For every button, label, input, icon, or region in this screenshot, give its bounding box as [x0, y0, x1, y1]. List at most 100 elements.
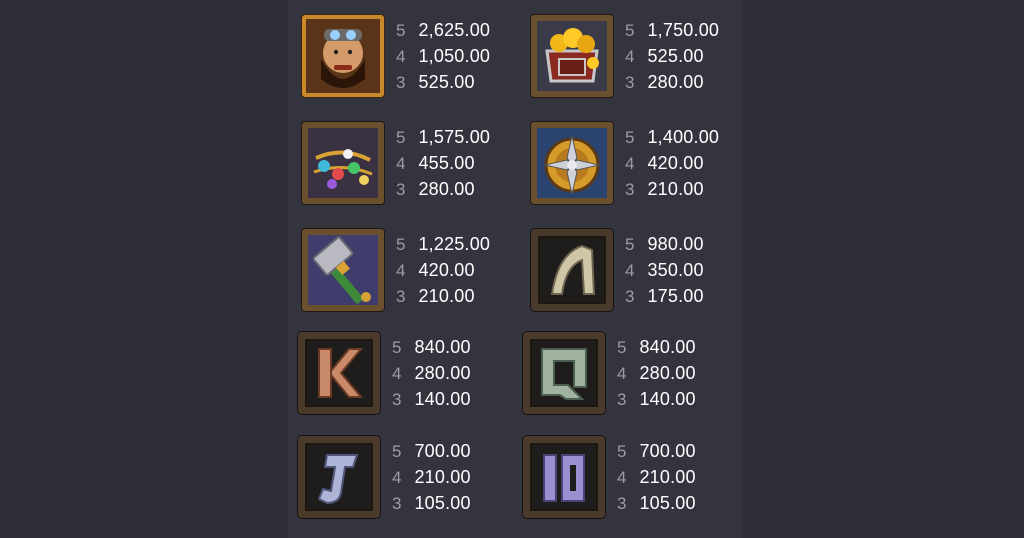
pay-value: 420.00 — [418, 260, 475, 280]
pay-value: 980.00 — [647, 234, 704, 254]
pay-value: 140.00 — [639, 389, 696, 409]
match-count: 3 — [625, 180, 635, 199]
match-count: 3 — [617, 494, 627, 513]
pay-row: 4 210.00 — [617, 464, 696, 490]
rune-a-icon — [531, 229, 613, 311]
pay-row: 5 1,575.00 — [396, 124, 490, 150]
pay-value: 1,400.00 — [647, 127, 720, 147]
match-count: 4 — [625, 47, 635, 66]
pay-row: 3 140.00 — [392, 386, 471, 412]
pay-value: 700.00 — [414, 441, 471, 461]
pay-row: 5 2,625.00 — [396, 17, 490, 43]
rune-q-icon — [523, 332, 605, 414]
match-count: 5 — [617, 338, 627, 357]
rune-k-icon — [298, 332, 380, 414]
pay-values: 5 840.00 4 280.00 3 140.00 — [392, 334, 471, 412]
shield-icon — [531, 122, 613, 204]
pay-row: 5 840.00 — [617, 334, 696, 360]
pay-value: 840.00 — [639, 337, 696, 357]
pay-row: 4 455.00 — [396, 150, 490, 176]
pay-row: 3 280.00 — [625, 69, 719, 95]
gems-icon — [302, 122, 384, 204]
pay-row: 4 525.00 — [625, 43, 719, 69]
pay-row: 5 1,400.00 — [625, 124, 719, 150]
match-count: 4 — [392, 468, 402, 487]
pay-row: 4 350.00 — [625, 257, 704, 283]
pay-row: 5 700.00 — [617, 438, 696, 464]
pay-value: 280.00 — [639, 363, 696, 383]
hammer-icon — [302, 229, 384, 311]
pay-row: 4 280.00 — [392, 360, 471, 386]
pay-value: 525.00 — [647, 46, 704, 66]
match-count: 5 — [396, 128, 406, 147]
match-count: 3 — [625, 287, 635, 306]
pay-value: 175.00 — [647, 286, 704, 306]
match-count: 4 — [396, 261, 406, 280]
pay-value: 455.00 — [418, 153, 475, 173]
match-count: 5 — [392, 338, 402, 357]
match-count: 3 — [396, 287, 406, 306]
pay-row: 3 210.00 — [625, 176, 719, 202]
match-count: 4 — [625, 261, 635, 280]
match-count: 4 — [625, 154, 635, 173]
pay-value: 1,050.00 — [418, 46, 491, 66]
pay-value: 280.00 — [418, 179, 475, 199]
pay-row: 3 280.00 — [396, 176, 490, 202]
pay-value: 210.00 — [418, 286, 475, 306]
match-count: 5 — [392, 442, 402, 461]
pay-value: 1,575.00 — [418, 127, 491, 147]
pay-row: 3 525.00 — [396, 69, 490, 95]
pay-value: 105.00 — [414, 493, 471, 513]
pay-row: 4 280.00 — [617, 360, 696, 386]
pay-value: 280.00 — [414, 363, 471, 383]
pay-values: 5 980.00 4 350.00 3 175.00 — [625, 231, 704, 309]
pay-values: 5 2,625.00 4 1,050.00 3 525.00 — [396, 17, 490, 95]
pay-row: 5 1,225.00 — [396, 231, 490, 257]
gold-chest-icon — [531, 15, 613, 97]
pay-value: 140.00 — [414, 389, 471, 409]
pay-value: 350.00 — [647, 260, 704, 280]
match-count: 3 — [625, 73, 635, 92]
match-count: 4 — [392, 364, 402, 383]
pay-row: 5 700.00 — [392, 438, 471, 464]
pay-row: 3 140.00 — [617, 386, 696, 412]
match-count: 3 — [617, 390, 627, 409]
match-count: 3 — [396, 180, 406, 199]
pay-row: 4 1,050.00 — [396, 43, 490, 69]
pay-value: 210.00 — [639, 467, 696, 487]
match-count: 3 — [396, 73, 406, 92]
pay-values: 5 700.00 4 210.00 3 105.00 — [617, 438, 696, 516]
match-count: 4 — [396, 47, 406, 66]
pay-row: 5 840.00 — [392, 334, 471, 360]
pay-values: 5 1,575.00 4 455.00 3 280.00 — [396, 124, 490, 202]
pay-row: 5 1,750.00 — [625, 17, 719, 43]
pay-values: 5 1,400.00 4 420.00 3 210.00 — [625, 124, 719, 202]
match-count: 4 — [617, 364, 627, 383]
pay-value: 420.00 — [647, 153, 704, 173]
match-count: 5 — [625, 128, 635, 147]
match-count: 5 — [396, 21, 406, 40]
rune-j-icon — [298, 436, 380, 518]
match-count: 5 — [617, 442, 627, 461]
rune-10-icon — [523, 436, 605, 518]
match-count: 4 — [396, 154, 406, 173]
match-count: 5 — [625, 235, 635, 254]
pay-row: 3 105.00 — [617, 490, 696, 516]
pay-row: 5 980.00 — [625, 231, 704, 257]
pay-value: 280.00 — [647, 72, 704, 92]
pay-row: 4 420.00 — [396, 257, 490, 283]
match-count: 5 — [625, 21, 635, 40]
match-count: 4 — [617, 468, 627, 487]
match-count: 5 — [396, 235, 406, 254]
pay-values: 5 700.00 4 210.00 3 105.00 — [392, 438, 471, 516]
pay-value: 105.00 — [639, 493, 696, 513]
dwarf-icon — [302, 15, 384, 97]
pay-values: 5 1,750.00 4 525.00 3 280.00 — [625, 17, 719, 95]
pay-value: 840.00 — [414, 337, 471, 357]
pay-row: 4 210.00 — [392, 464, 471, 490]
pay-value: 700.00 — [639, 441, 696, 461]
pay-row: 3 175.00 — [625, 283, 704, 309]
pay-value: 1,225.00 — [418, 234, 491, 254]
pay-row: 4 420.00 — [625, 150, 719, 176]
pay-value: 210.00 — [647, 179, 704, 199]
